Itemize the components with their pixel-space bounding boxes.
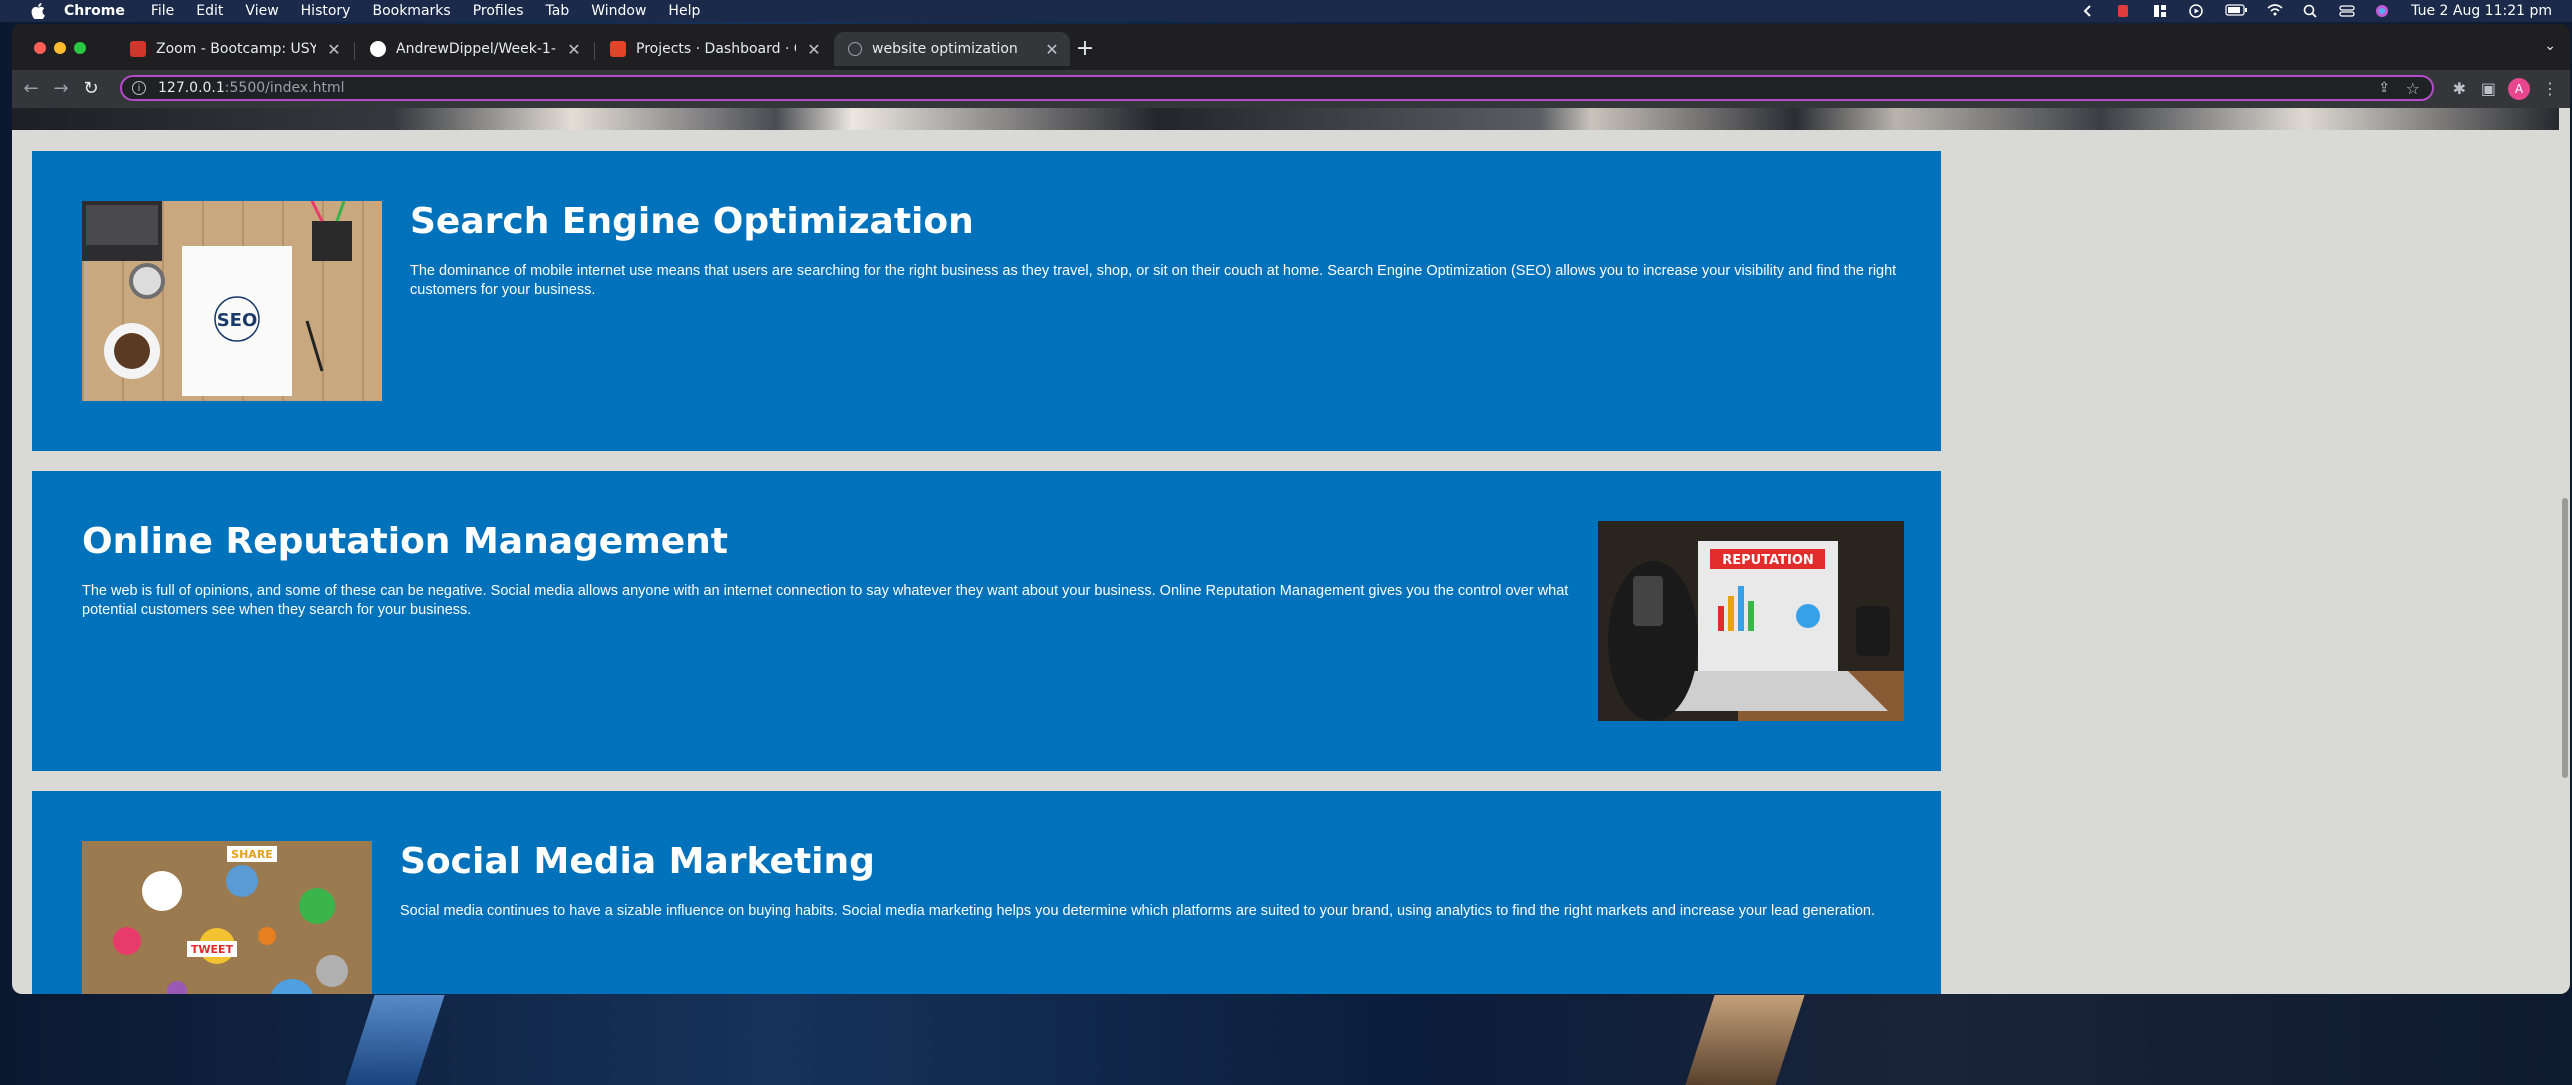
- social-media-icons-image: SHARE TWEET LIKE MEDIA: [82, 841, 372, 994]
- menu-file[interactable]: File: [151, 3, 174, 19]
- menu-view[interactable]: View: [245, 3, 278, 19]
- github-favicon-icon: [370, 41, 386, 57]
- close-tab-icon[interactable]: ✕: [326, 40, 342, 59]
- tab-title: AndrewDippel/Week-1-Challen: [396, 41, 556, 57]
- control-center-icon[interactable]: [2339, 4, 2355, 18]
- new-tab-button[interactable]: +: [1074, 38, 1096, 60]
- chrome-menu-icon[interactable]: ⋮: [2542, 79, 2558, 98]
- close-tab-icon[interactable]: ✕: [806, 40, 822, 59]
- svg-text:REPUTATION: REPUTATION: [1722, 553, 1814, 568]
- tab-title: website optimization: [872, 41, 1018, 57]
- back-button[interactable]: ←: [20, 78, 42, 100]
- menu-bar-clock[interactable]: Tue 2 Aug 11:21 pm: [2411, 3, 2552, 19]
- menu-app-name[interactable]: Chrome: [64, 3, 125, 19]
- menu-help[interactable]: Help: [668, 3, 700, 19]
- zoom-favicon-icon: [130, 41, 146, 57]
- url-path: :5500/index.html: [224, 80, 345, 96]
- tab-search-chevron-icon[interactable]: ⌄: [2544, 38, 2556, 54]
- seo-section: SEO Search Engine Optimization The domin…: [32, 151, 1941, 451]
- globe-favicon-icon: [848, 42, 862, 56]
- reload-button[interactable]: ↻: [80, 78, 102, 100]
- desktop-streak: [345, 995, 445, 1085]
- page-scrollbar[interactable]: [2562, 498, 2568, 778]
- siri-icon[interactable]: [2375, 4, 2391, 18]
- desktop-streak: [1685, 995, 1805, 1085]
- grid-app-icon[interactable]: [2153, 4, 2169, 18]
- site-info-icon[interactable]: i: [132, 81, 146, 95]
- tab-title: Zoom - Bootcamp: USYD-VIRT: [156, 41, 316, 57]
- social-media-heading: Social Media Marketing: [400, 841, 875, 882]
- side-panel-icon[interactable]: ▣: [2481, 79, 2496, 98]
- zoom-window-button[interactable]: [74, 42, 86, 54]
- reputation-section: Online Reputation Management The web is …: [32, 471, 1941, 771]
- battery-icon[interactable]: [2225, 4, 2248, 18]
- close-window-button[interactable]: [34, 42, 46, 54]
- tab-separator: [594, 42, 595, 60]
- seo-heading: Search Engine Optimization: [410, 201, 974, 242]
- seo-description: The dominance of mobile internet use mea…: [410, 263, 1897, 298]
- reputation-description: The web is full of opinions, and some of…: [82, 583, 1569, 618]
- social-media-section: SHARE TWEET LIKE MEDIA Social Media Mark…: [32, 791, 1941, 994]
- close-tab-icon[interactable]: ✕: [1044, 40, 1060, 59]
- seo-notebook-image: SEO: [82, 201, 382, 401]
- close-tab-icon[interactable]: ✕: [566, 40, 582, 59]
- address-bar-url[interactable]: 127.0.0.1:5500/index.html: [158, 80, 345, 96]
- wifi-icon[interactable]: [2267, 4, 2283, 18]
- gitlab-favicon-icon: [610, 41, 626, 57]
- status-menu-area: Tue 2 Aug 11:21 pm: [2081, 0, 2552, 22]
- menu-tab[interactable]: Tab: [546, 3, 570, 19]
- extensions-puzzle-icon[interactable]: ✱: [2453, 79, 2466, 98]
- tab-separator: [354, 42, 355, 60]
- tab-gitlab[interactable]: Projects · Dashboard · GitLab ✕: [596, 32, 832, 66]
- svg-text:TWEET: TWEET: [191, 943, 234, 956]
- reputation-heading: Online Reputation Management: [82, 521, 728, 562]
- address-bar[interactable]: i 127.0.0.1:5500/index.html ⇪ ☆: [120, 75, 2434, 101]
- menu-profiles[interactable]: Profiles: [473, 3, 524, 19]
- spotlight-search-icon[interactable]: [2303, 4, 2319, 18]
- tab-zoom[interactable]: Zoom - Bootcamp: USYD-VIRT ✕: [116, 32, 352, 66]
- svg-text:SEO: SEO: [217, 310, 258, 331]
- share-icon[interactable]: ⇪: [2378, 80, 2390, 96]
- menu-bookmarks[interactable]: Bookmarks: [372, 3, 450, 19]
- browser-window: Zoom - Bootcamp: USYD-VIRT ✕ AndrewDippe…: [12, 24, 2570, 994]
- svg-text:SHARE: SHARE: [231, 848, 273, 861]
- menu-window[interactable]: Window: [591, 3, 646, 19]
- bookmark-star-icon[interactable]: ☆: [2406, 79, 2420, 98]
- profile-avatar[interactable]: A: [2508, 78, 2530, 100]
- red-app-icon[interactable]: [2117, 4, 2133, 18]
- menu-history[interactable]: History: [301, 3, 351, 19]
- reputation-laptop-image: REPUTATION: [1598, 521, 1904, 721]
- apple-icon[interactable]: [30, 3, 46, 19]
- menu-edit[interactable]: Edit: [196, 3, 223, 19]
- macos-menu-bar: Chrome File Edit View History Bookmarks …: [0, 0, 2572, 22]
- forward-button[interactable]: →: [50, 78, 72, 100]
- tab-title: Projects · Dashboard · GitLab: [636, 41, 796, 57]
- tab-website-optimization[interactable]: website optimization ✕: [834, 32, 1070, 66]
- browser-toolbar: ← → ↻ i 127.0.0.1:5500/index.html ⇪ ☆ ✱ …: [12, 70, 2570, 108]
- hero-image: [12, 108, 2559, 130]
- tab-strip: Zoom - Bootcamp: USYD-VIRT ✕ AndrewDippe…: [12, 24, 2570, 70]
- tab-github[interactable]: AndrewDippel/Week-1-Challen ✕: [356, 32, 592, 66]
- shortcut-icon[interactable]: [2081, 4, 2097, 18]
- minimize-window-button[interactable]: [54, 42, 66, 54]
- social-media-description: Social media continues to have a sizable…: [400, 903, 1875, 919]
- play-circle-icon[interactable]: [2189, 4, 2205, 18]
- page-viewport: SEO Search Engine Optimization The domin…: [12, 108, 2570, 994]
- url-host: 127.0.0.1: [158, 80, 225, 96]
